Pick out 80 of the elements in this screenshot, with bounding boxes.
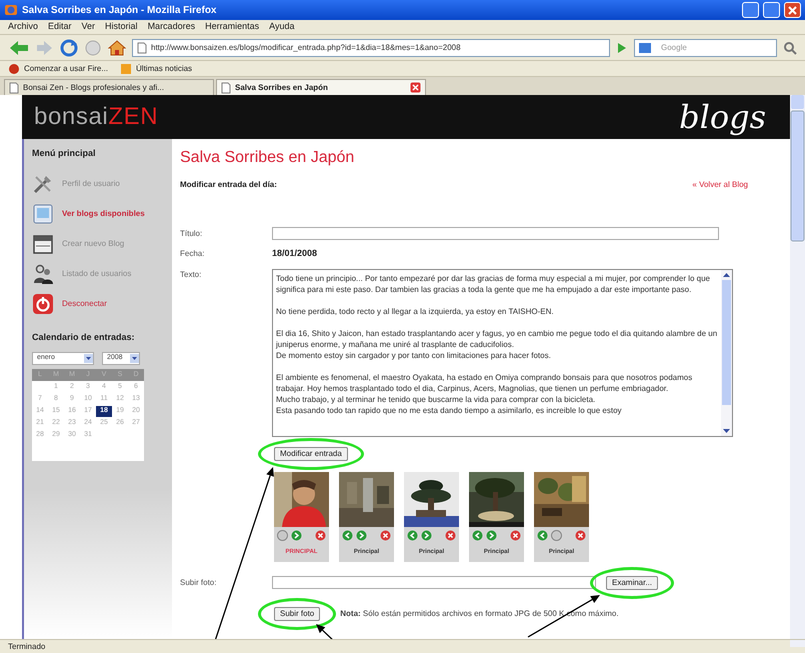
power-icon xyxy=(32,292,54,314)
address-text: http://www.bonsaizen.es/blogs/modificar_entrada.php?id=1&dia=18&mes=1&ano=2008 xyxy=(151,42,461,54)
move-right-icon[interactable] xyxy=(551,530,562,540)
field-label: Texto: xyxy=(180,268,202,280)
bookmark-link[interactable]: Comenzar a usar Fire... xyxy=(8,62,108,74)
feed-icon xyxy=(120,62,132,74)
sidebar-link[interactable]: Desconectar xyxy=(32,288,164,318)
menu-item[interactable]: Editar xyxy=(48,20,72,34)
field-label: Título: xyxy=(180,228,204,240)
menu-item[interactable]: Ayuda xyxy=(269,20,294,34)
address-field[interactable]: http://www.bonsaizen.es/blogs/modificar_entrada.php?id=1&dia=18&mes=1&ano=2008 xyxy=(132,38,610,56)
delete-icon[interactable] xyxy=(315,530,326,540)
page-scrollbar[interactable] xyxy=(790,95,805,647)
close-button[interactable] xyxy=(784,2,801,18)
upload-photo-button[interactable]: Subir foto xyxy=(274,606,320,620)
menu-item[interactable]: Archivo xyxy=(8,20,38,34)
upload-note: Nota: Sólo están permitidos archivos en formato JPG de 500 K como máximo. xyxy=(340,608,619,620)
page-icon xyxy=(221,82,231,94)
go-icon[interactable] xyxy=(616,40,628,54)
sidebar-link[interactable]: Listado de usuarios xyxy=(32,258,164,288)
tab-label: Bonsai Zen - Blogs profesionales y afi... xyxy=(23,82,165,94)
dropdown-arrow-icon xyxy=(84,354,93,363)
maximize-button[interactable] xyxy=(763,2,780,18)
text-area[interactable] xyxy=(272,268,733,436)
move-left-icon[interactable] xyxy=(472,530,483,540)
modify-entry-button[interactable]: Modificar entrada xyxy=(274,446,348,460)
title-input[interactable] xyxy=(272,227,719,240)
close-tab-icon[interactable] xyxy=(410,82,421,93)
scrollbar-icon[interactable] xyxy=(721,270,732,436)
move-left-icon[interactable] xyxy=(537,530,548,540)
browser-tab[interactable]: Bonsai Zen - Blogs profesionales y afi... xyxy=(4,79,214,95)
move-right-icon[interactable] xyxy=(291,530,302,540)
calendar-title: Calendario de entradas: xyxy=(32,330,136,344)
dropdown-arrow-icon xyxy=(130,354,139,363)
menu-item[interactable]: Ver xyxy=(82,20,96,34)
move-right-icon[interactable] xyxy=(421,530,432,540)
menu-item[interactable]: Herramientas xyxy=(205,20,260,34)
move-left-icon[interactable] xyxy=(277,530,288,540)
tab-label: Salva Sorribes en Japón xyxy=(235,82,329,94)
reload-icon[interactable] xyxy=(60,38,78,56)
sidebar-link[interactable]: Ver blogs disponibles xyxy=(32,198,164,228)
move-left-icon[interactable] xyxy=(407,530,418,540)
entry-text: Todo tiene un principio... Por tanto empezaré por dar las gracias de forma muy especial a mi mujer, por comprender lo que significa para mi este paso. Dar tambien las gracias a toda la gente que me ha empujado a dar este importante paso. No tiene perdida, todo recto y al llegar a la izquierda, ya estoy en TAISHO-EN. El dia 16, Shito y Jaicon, han estado trasplantando acer y fagus, yo en cambio me pegue todo el dia quitando alambre de un juniperus enorme, y mañana me uniré al trasplante de caducifolios. De momento estoy sin cargador y por tanto con limitaciones para hacer fotos. El ambiente es fenomenal, el maestro Oyakata, ha estado en Omiya comprando bonsais para que nosotros podamos trabajar. Hoy hemos trasplantado todo el dia, Carpinus, Acers, Magnolias, que tienen un perfume embriagador. Mucho trabajo, y al terminar he tenido que buscarme la vida para comprar con la bicicleta. Esta pasando todo tan rapido que no me esta dando tiempo a asimilarlo, es increible lo que estoy xyxy=(274,272,718,417)
page-title: Salva Sorribes en Japón xyxy=(180,150,356,166)
field-label: Fecha: xyxy=(180,248,206,260)
search-field[interactable]: Google xyxy=(634,38,777,56)
move-right-icon[interactable] xyxy=(356,530,367,540)
delete-icon[interactable] xyxy=(380,530,391,540)
back-icon[interactable] xyxy=(8,38,30,56)
move-left-icon[interactable] xyxy=(342,530,353,540)
sidebar-link[interactable]: Perfil de usuario xyxy=(32,168,164,198)
section-heading: Modificar entrada del día: xyxy=(180,179,277,191)
delete-icon[interactable] xyxy=(445,530,456,540)
delete-icon[interactable] xyxy=(510,530,521,540)
window-icon xyxy=(32,202,54,224)
browser-tab[interactable]: Salva Sorribes en Japón xyxy=(216,79,426,95)
menu-item[interactable]: Marcadores xyxy=(148,20,196,34)
home-icon[interactable] xyxy=(108,38,126,56)
site-logo: bonsaiZEN xyxy=(34,105,158,129)
page-icon xyxy=(137,42,147,54)
file-input[interactable] xyxy=(272,576,596,589)
delete-icon[interactable] xyxy=(575,530,586,540)
search-icon[interactable] xyxy=(783,40,797,54)
date-value: 18/01/2008 xyxy=(272,247,318,260)
sidebar-link[interactable]: Crear nuevo Blog xyxy=(32,228,164,258)
status-text: Terminado xyxy=(8,640,46,652)
sidebar-title: Menú principal xyxy=(32,147,97,160)
back-link[interactable]: « Volver al Blog xyxy=(692,179,770,191)
minimize-button[interactable] xyxy=(742,2,759,18)
window-title: Salva Sorribes en Japón - Mozilla Firefox xyxy=(22,4,218,18)
menu-item[interactable]: Historial xyxy=(105,20,138,34)
field-label: Subir foto: xyxy=(180,576,218,588)
browse-button[interactable]: Examinar... xyxy=(606,576,658,590)
search-placeholder: Google xyxy=(661,42,687,54)
users-icon xyxy=(32,262,54,284)
close-icon xyxy=(788,6,797,14)
stop-icon[interactable] xyxy=(84,38,102,56)
blogs-heading: blogs xyxy=(679,101,767,133)
move-right-icon[interactable] xyxy=(486,530,497,540)
bookmark-link[interactable]: Últimas noticias xyxy=(120,62,192,74)
